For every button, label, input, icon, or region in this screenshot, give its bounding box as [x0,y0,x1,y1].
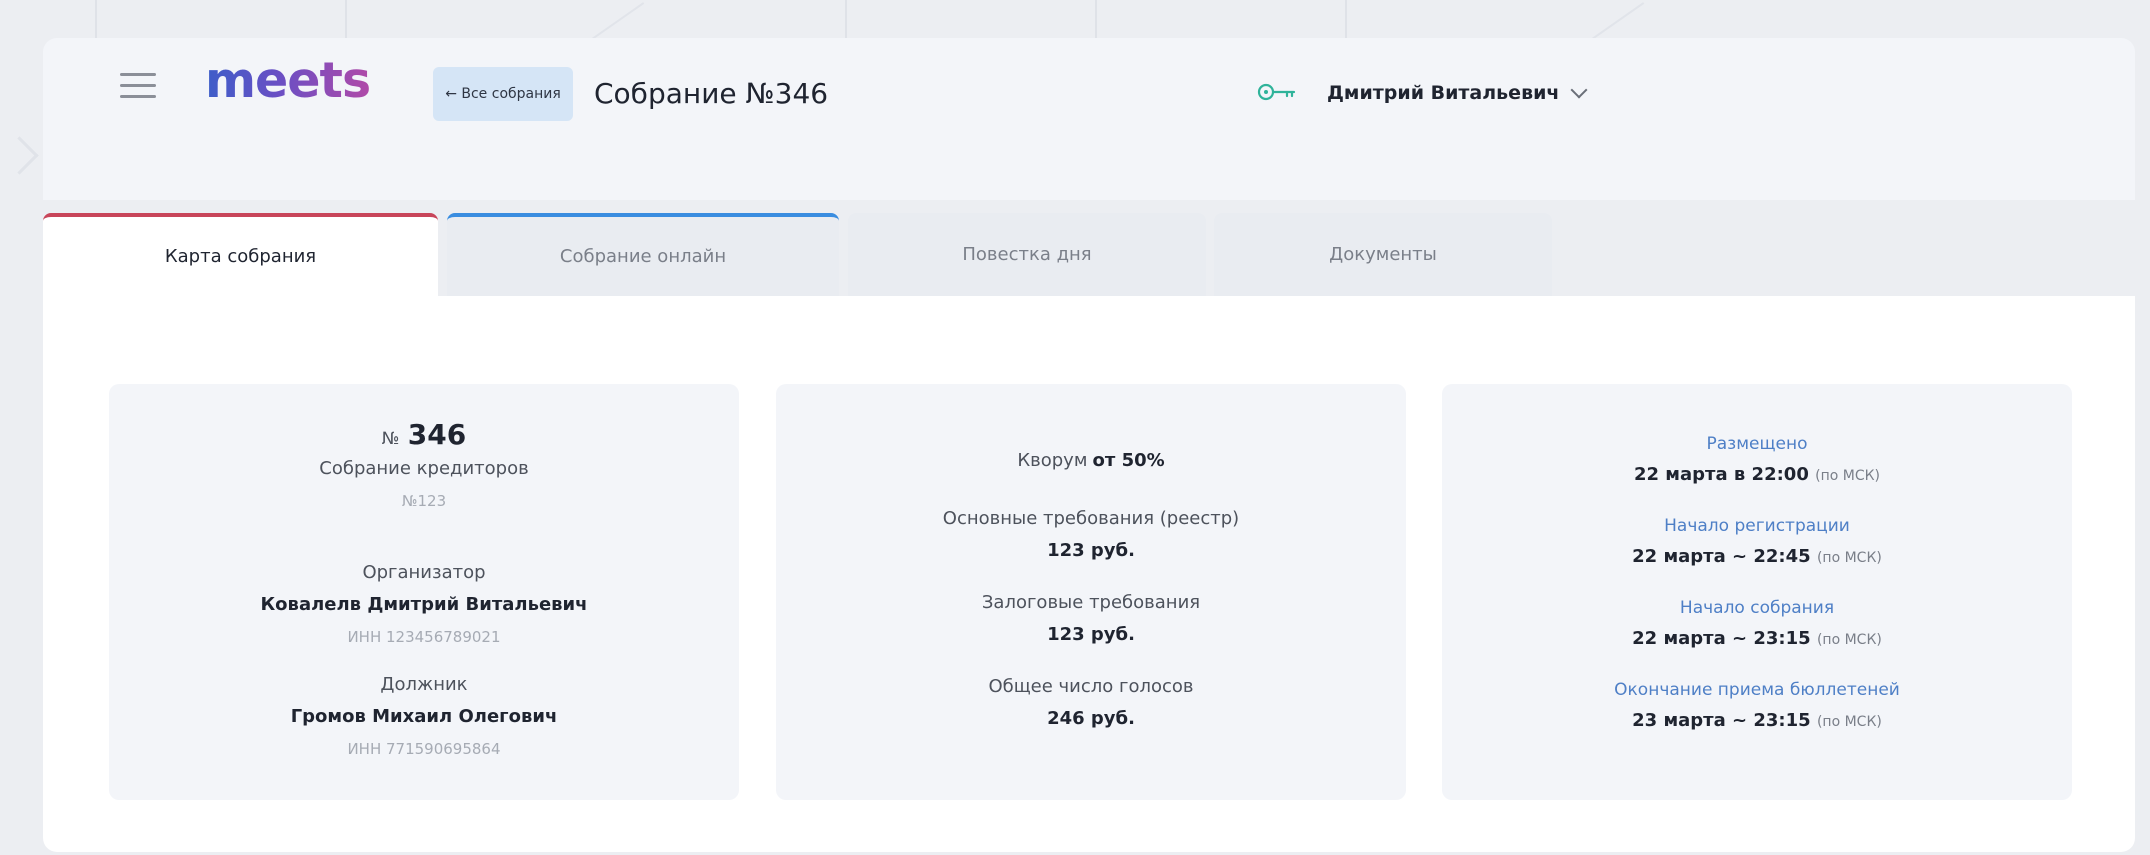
tab-bar: Карта собрания Собрание онлайн Повестка … [43,200,2135,296]
total-votes-label: Общее число голосов [988,676,1194,697]
backdrop-line [1345,0,1347,40]
backdrop-line [95,0,97,40]
timezone-note: (по МСК) [1815,468,1881,484]
chevron-down-icon [1570,81,1588,99]
start-label: Начало собрания [1679,598,1835,618]
ballots-end-label: Окончание приема бюллетеней [1614,680,1900,700]
start-row: 22 марта ~ 23:15 (по МСК) [1442,628,2072,649]
main-claims-value: 123 руб. [1047,540,1135,561]
case-number: №123 [401,492,447,510]
all-meetings-back-button[interactable]: ← Все собрания [433,67,573,121]
start-value: 22 марта ~ 23:15 [1632,628,1811,649]
posted-label: Размещено [1706,434,1808,454]
timezone-note: (по МСК) [1816,714,1882,730]
user-name: Дмитрий Витальевич [1327,82,1560,104]
quorum-label: Кворум [1017,450,1088,471]
user-menu[interactable]: Дмитрий Витальевич [1327,77,1588,109]
backdrop-chevron [0,136,39,175]
meeting-info-card: № 346 Собрание кредиторов №123 Организат… [109,384,739,800]
debtor-label: Должник [380,674,468,695]
quorum-value: от 50% [1092,450,1165,471]
quorum-row: Кворум от 50% [776,450,1406,471]
organizer-label: Организатор [362,562,486,583]
logo[interactable]: meets [205,56,371,105]
tab-agenda[interactable]: Повестка дня [848,213,1206,296]
tab-meeting-online[interactable]: Собрание онлайн [447,213,839,296]
posted-row: 22 марта в 22:00 (по МСК) [1442,464,2072,485]
back-button-label: ← Все собрания [445,86,561,102]
ballots-end-row: 23 марта ~ 23:15 (по МСК) [1442,710,2072,731]
debtor-name: Громов Михаил Олегович [290,706,558,727]
quorum-card: Кворум от 50% Основные требования (реест… [776,384,1406,800]
number-value: 346 [407,418,467,451]
backdrop-line [1095,0,1097,40]
schedule-card: Размещено 22 марта в 22:00 (по МСК) Нача… [1442,384,2072,800]
main-claims-label: Основные требования (реестр) [942,508,1240,529]
hamburger-menu-icon[interactable] [120,73,156,99]
page-title: Собрание №346 [594,77,829,110]
key-icon[interactable] [1257,81,1297,103]
secured-claims-value: 123 руб. [1047,624,1135,645]
ballots-end-value: 23 марта ~ 23:15 [1632,710,1811,731]
posted-value: 22 марта в 22:00 [1633,464,1809,485]
backdrop-line [845,0,847,40]
total-votes-value: 246 руб. [1047,708,1135,729]
registration-value: 22 марта ~ 22:45 [1632,546,1811,567]
timezone-note: (по МСК) [1816,632,1882,648]
secured-claims-label: Залоговые требования [981,592,1201,613]
registration-label: Начало регистрации [1664,516,1850,536]
meeting-card-panel: № 346 Собрание кредиторов №123 Организат… [43,296,2135,852]
organizer-inn: ИНН 123456789021 [347,628,501,646]
timezone-note: (по МСК) [1816,550,1882,566]
tab-meeting-card[interactable]: Карта собрания [43,213,438,296]
number-sign: № [381,429,400,449]
organizer-name: Ковалелв Дмитрий Витальевич [260,594,588,615]
meeting-number: № 346 [109,418,739,451]
tab-documents[interactable]: Документы [1214,213,1552,296]
backdrop-line [345,0,347,40]
registration-row: 22 марта ~ 22:45 (по МСК) [1442,546,2072,567]
meeting-type: Собрание кредиторов [319,458,529,479]
debtor-inn: ИНН 771590695864 [347,740,501,758]
